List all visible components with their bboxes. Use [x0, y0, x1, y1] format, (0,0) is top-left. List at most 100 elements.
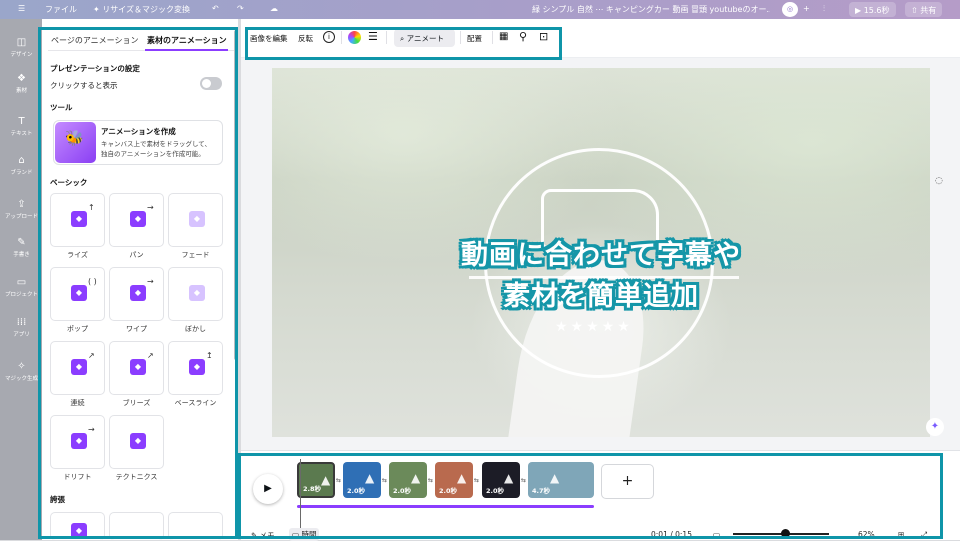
clip-duration: 2.0秒 — [393, 487, 412, 495]
audio-track-bar[interactable] — [297, 505, 594, 508]
play-button[interactable]: ▶ 15.6秒 — [849, 2, 896, 17]
caption-line-2[interactable]: 素材を簡単追加 — [272, 274, 930, 313]
animate-button[interactable]: ⌕ アニメート — [394, 29, 455, 47]
clip-thumbnail-icon: ▲ — [550, 471, 560, 485]
rail-item-3[interactable]: ⌂ ブランド — [0, 155, 43, 176]
clip-thumbnail-icon: ▲ — [411, 471, 421, 485]
rail-item-label: アップロード — [4, 214, 38, 220]
zoom-knob[interactable] — [781, 529, 790, 538]
tab-element-animation[interactable]: 素材のアニメーション — [147, 35, 227, 46]
animation-tile-tectonic[interactable]: ◆ — [109, 415, 164, 469]
tab-page-animation[interactable]: ページのアニメーション — [51, 35, 139, 46]
menu-icon[interactable]: ☰ — [18, 4, 25, 13]
add-clip-button[interactable]: + — [601, 464, 654, 499]
caption-line-1[interactable]: 動画に合わせて字幕や — [272, 233, 930, 272]
lock-icon[interactable]: ⊡ — [539, 31, 548, 42]
color-wheel-icon[interactable] — [348, 31, 361, 44]
transition-icon[interactable]: ⇆ — [521, 477, 526, 484]
tile-label: ベースライン — [174, 399, 217, 407]
rail-item-6[interactable]: ▭ プロジェクト — [0, 277, 43, 298]
tile-shape-icon: ◆ — [189, 285, 205, 301]
timeline-clip[interactable]: ▲ 2.0秒 — [482, 462, 520, 498]
animation-tile-partial-3[interactable] — [168, 512, 223, 540]
time-readout: 0:01 / 0:15 — [651, 530, 692, 539]
grid-view-icon[interactable]: ⊞ — [898, 530, 904, 539]
tile-shape-icon: ◆ — [130, 285, 146, 301]
animation-tile-fade[interactable]: ◆ — [168, 193, 223, 247]
rating-stars: ★★★★★ — [555, 319, 633, 335]
comment-icon[interactable]: ◌ — [935, 176, 951, 190]
time-label: 時間 — [301, 530, 317, 539]
playhead[interactable] — [300, 459, 301, 539]
tile-motion-icon: ↗ — [147, 351, 154, 360]
animation-tile-wipe[interactable]: ◆ → — [109, 267, 164, 321]
resize-button[interactable]: ✦ リサイズ＆マジック変換 — [93, 4, 190, 15]
transition-icon[interactable]: ⇆ — [428, 477, 433, 484]
animation-tile-drift[interactable]: ◆ → — [50, 415, 105, 469]
rail-item-7[interactable]: ⁞⁞⁞ アプリ — [0, 317, 43, 338]
rail-item-4[interactable]: ⇪ アップロード — [0, 199, 43, 220]
transparency-icon[interactable]: ▦ — [499, 32, 508, 42]
flip-button[interactable]: 反転 — [298, 33, 313, 44]
panel-tabs: ページのアニメーション 素材のアニメーション — [48, 33, 234, 51]
line-style-icon[interactable]: ☰ — [368, 31, 378, 42]
animation-tile-partial-1[interactable]: ◆ — [50, 512, 105, 540]
memo-label: メモ — [259, 531, 275, 540]
timeline-clip[interactable]: ▲ 2.0秒 — [435, 462, 473, 498]
redo-icon[interactable]: ↷ — [237, 4, 244, 13]
slide-canvas[interactable]: ライフTV ★★★★★ 動画に合わせて字幕や 素材を簡単追加 — [272, 68, 930, 437]
rail-item-8[interactable]: ✧ マジック生成 — [0, 361, 43, 382]
transition-icon[interactable]: ⇆ — [474, 477, 479, 484]
transition-icon[interactable]: ⇆ — [382, 477, 387, 484]
add-collaborator-icon[interactable]: + — [803, 4, 810, 13]
undo-icon[interactable]: ↶ — [212, 4, 219, 13]
file-menu[interactable]: ファイル — [45, 4, 77, 15]
rail-item-0[interactable]: ◫ デザイン — [0, 37, 43, 58]
share-button[interactable]: ⇧ 共有 — [905, 2, 943, 17]
panel-scrollbar[interactable] — [234, 30, 238, 360]
rail-item-2[interactable]: T テキスト — [0, 116, 43, 137]
document-title[interactable]: 緑 シンプル 自然 ⋯ キャンピングカー 動画 冒頭 youtubeのオー... — [532, 4, 770, 15]
tile-shape-icon: ◆ — [71, 211, 87, 227]
rail-item-label: 素材 — [15, 88, 27, 94]
upload-icon: ⇪ — [17, 199, 26, 210]
timeline-play-button[interactable]: ▶ — [253, 474, 283, 504]
time-button[interactable]: ▭ 時間 — [289, 528, 320, 541]
animation-tile-baseline[interactable]: ◆ ↥ — [168, 341, 223, 395]
timeline-clip[interactable]: ▲ 4.7秒 — [528, 462, 594, 498]
rail-item-5[interactable]: ✎ 手書き — [0, 237, 43, 258]
avatar[interactable]: ◎ — [782, 2, 798, 17]
animation-tile-breathe[interactable]: ◆ ↗ — [109, 341, 164, 395]
magic-assistant-icon[interactable]: ✦ — [926, 418, 944, 436]
animation-tile-rise[interactable]: ◆ ↑ — [50, 193, 105, 247]
animation-tile-pan[interactable]: ◆ → — [109, 193, 164, 247]
animation-tile-pop[interactable]: ◆( ) — [50, 267, 105, 321]
clip-duration: 2.0秒 — [439, 487, 458, 495]
click-to-show-toggle[interactable] — [200, 77, 222, 90]
memo-button[interactable]: ✎ メモ — [251, 530, 275, 541]
rail-item-label: ブランド — [10, 170, 33, 176]
info-icon[interactable]: i — [323, 31, 335, 43]
create-animation-card[interactable]: 🐝 アニメーションを作成 キャンバス上で素材をドラッグして、 独自のアニメーショ… — [53, 120, 223, 165]
zoom-level: 62% — [858, 530, 875, 539]
chart-icon[interactable]: ⫶ — [823, 4, 825, 14]
fullscreen-icon[interactable]: ⤢ — [921, 530, 927, 540]
animation-tile-blur[interactable]: ◆ — [168, 267, 223, 321]
timeline-clip[interactable]: ▲ 2.0秒 — [389, 462, 427, 498]
tile-label: 連続 — [70, 399, 85, 407]
animation-tile-partial-2[interactable] — [109, 512, 164, 540]
design-icon: ◫ — [16, 37, 27, 48]
clip-duration: 2.8秒 — [303, 485, 322, 493]
timeline-clip[interactable]: ▲ 2.0秒 — [343, 462, 381, 498]
animation-tile-succession[interactable]: ◆ ↗ — [50, 341, 105, 395]
position-button[interactable]: 配置 — [467, 33, 482, 44]
tile-motion-icon: ( ) — [88, 277, 97, 286]
rail-item-1[interactable]: ❖ 素材 — [0, 73, 43, 94]
copy-style-icon[interactable]: ⚲ — [519, 31, 527, 42]
timeline-clip[interactable]: ▲ 2.8秒 — [297, 462, 335, 498]
screen-icon[interactable]: ▭ — [713, 530, 720, 539]
edit-image-button[interactable]: 画像を編集 — [250, 33, 288, 44]
tile-shape-icon: ◆ — [189, 211, 205, 227]
transition-icon[interactable]: ⇆ — [336, 477, 341, 484]
cloud-icon: ☁ — [270, 4, 278, 13]
